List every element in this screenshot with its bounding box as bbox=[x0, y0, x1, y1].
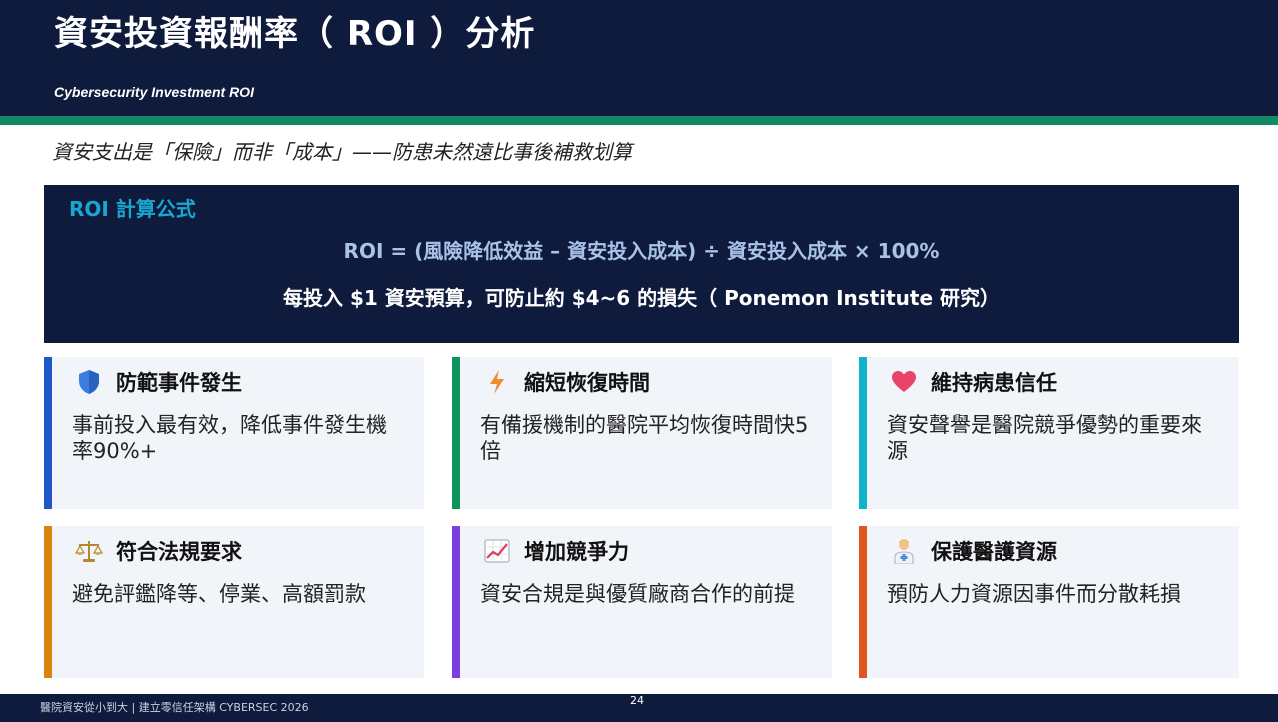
health-worker-icon bbox=[889, 536, 919, 566]
formula-heading: ROI 計算公式 bbox=[69, 197, 196, 221]
card-prevent-incidents: 防範事件發生 事前投入最有效，降低事件發生機率90%+ bbox=[44, 357, 424, 509]
card-body: 避免評鑑降等、停業、高額罰款 bbox=[72, 582, 366, 606]
chart-increasing-icon bbox=[482, 536, 512, 566]
lightning-icon bbox=[482, 367, 512, 397]
card-body: 有備援機制的醫院平均恢復時間快5倍 bbox=[480, 413, 809, 463]
card-title: 保護醫護資源 bbox=[931, 540, 1057, 564]
scales-icon bbox=[74, 536, 104, 566]
card-body: 資安聲譽是醫院競爭優勢的重要來源 bbox=[887, 413, 1202, 463]
heart-icon bbox=[889, 367, 919, 397]
card-competitiveness: 增加競爭力 資安合規是與優質廠商合作的前提 bbox=[452, 526, 832, 678]
card-shorten-recovery: 縮短恢復時間 有備援機制的醫院平均恢復時間快5倍 bbox=[452, 357, 832, 509]
card-body: 資安合規是與優質廠商合作的前提 bbox=[480, 582, 795, 606]
card-title: 維持病患信任 bbox=[931, 371, 1057, 395]
card-title: 縮短恢復時間 bbox=[524, 371, 650, 395]
roi-equation: ROI = (風險降低效益 – 資安投入成本) ÷ 資安投入成本 × 100% bbox=[343, 239, 940, 263]
slide-footer: 醫院資安從小到大 | 建立零信任架構 CYBERSEC 2026 24 bbox=[0, 694, 1278, 722]
card-title: 防範事件發生 bbox=[116, 371, 242, 395]
card-body: 事前投入最有效，降低事件發生機率90%+ bbox=[72, 413, 387, 463]
card-protect-staff: 保護醫護資源 預防人力資源因事件而分散耗損 bbox=[859, 526, 1239, 678]
page-number: 24 bbox=[630, 694, 644, 707]
slide-header: 資安投資報酬率（ ROI ）分析 Cybersecurity Investmen… bbox=[0, 0, 1278, 116]
card-patient-trust: 維持病患信任 資安聲譽是醫院競爭優勢的重要來源 bbox=[859, 357, 1239, 509]
roi-formula-box: ROI 計算公式 ROI = (風險降低效益 – 資安投入成本) ÷ 資安投入成… bbox=[44, 185, 1239, 343]
card-compliance: 符合法規要求 避免評鑑降等、停業、高額罰款 bbox=[44, 526, 424, 678]
roi-note: 每投入 $1 資安預算，可防止約 $4~6 的損失（ Ponemon Insti… bbox=[282, 286, 1001, 310]
page-subtitle: Cybersecurity Investment ROI bbox=[54, 84, 254, 100]
header-accent-bar bbox=[0, 116, 1278, 125]
footer-text: 醫院資安從小到大 | 建立零信任架構 CYBERSEC 2026 bbox=[40, 701, 309, 714]
card-title: 符合法規要求 bbox=[116, 540, 242, 564]
page-title: 資安投資報酬率（ ROI ）分析 bbox=[54, 14, 536, 54]
card-body: 預防人力資源因事件而分散耗損 bbox=[887, 582, 1181, 606]
tagline: 資安支出是「保險」而非「成本」——防患未然遠比事後補救划算 bbox=[52, 140, 632, 164]
shield-icon bbox=[74, 367, 104, 397]
card-title: 增加競爭力 bbox=[524, 540, 629, 564]
